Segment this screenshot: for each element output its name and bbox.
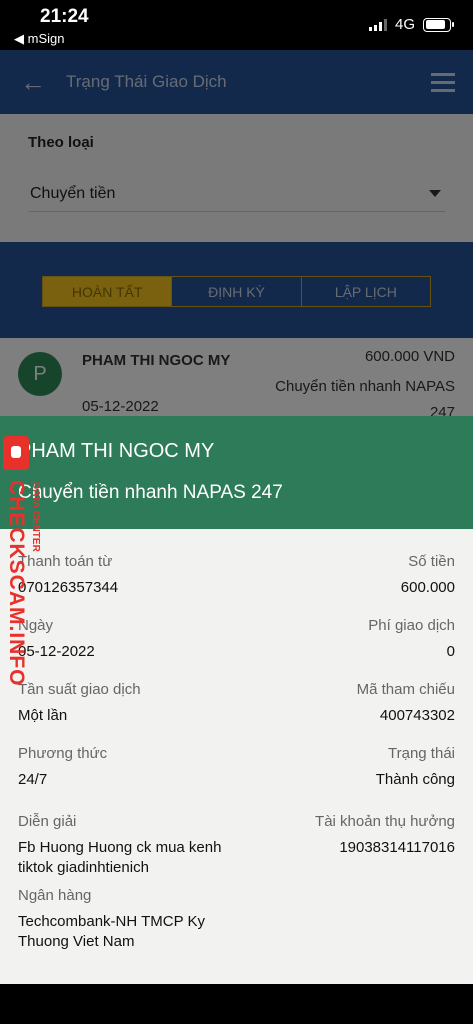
detail-body: Thanh toán từ 070126357344 Số tiền 600.0… <box>0 529 473 984</box>
field-value: 19038314117016 <box>339 839 455 856</box>
field-value: Một lần <box>18 707 68 724</box>
field-bank: Ngân hàng Techcombank-NH TMCP Ky Thuong … <box>18 887 238 952</box>
field-value: 400743302 <box>379 707 455 724</box>
battery-icon <box>423 17 454 32</box>
signal-icon <box>368 18 387 31</box>
status-bar: 21:24 ◀ mSign 4G <box>0 0 473 50</box>
back-to-app-link[interactable]: ◀ mSign <box>14 31 64 47</box>
field-reference: Mã tham chiếu 400743302 <box>357 681 455 726</box>
field-value: Fb Huong Huong ck mua kenh tiktok giadin… <box>18 839 222 876</box>
field-label: Trạng thái <box>388 745 455 762</box>
field-description: Diễn giải Fb Huong Huong ck mua kenh tik… <box>18 813 238 878</box>
field-beneficiary-account: Tài khoản thụ hưởng 19038314117016 <box>315 813 455 858</box>
field-label: Tài khoản thụ hưởng <box>315 813 455 830</box>
modal-overlay[interactable] <box>0 50 473 416</box>
transaction-detail-sheet: PHAM THI NGOC MY Chuyển tiền nhanh NAPAS… <box>0 416 473 984</box>
field-value: Thành công <box>375 771 455 788</box>
recipient-name: PHAM THI NGOC MY <box>18 440 215 462</box>
field-method: Phương thức 24/7 <box>18 745 107 790</box>
field-fee: Phí giao dịch 0 <box>368 617 455 662</box>
field-value: 600.000 <box>400 579 455 596</box>
field-amount: Số tiền 600.000 <box>401 553 455 598</box>
field-value: 0 <box>446 643 455 660</box>
checkscam-watermark: CHECKSCAM.INFO DATA CENTER <box>0 436 44 687</box>
field-label: Phương thức <box>18 745 108 762</box>
service-name: Chuyển tiền nhanh NAPAS 247 <box>18 482 283 503</box>
field-value: Techcombank-NH TMCP Ky Thuong Viet Nam <box>18 913 206 950</box>
bottom-bar <box>0 984 473 1024</box>
field-value: 24/7 <box>18 771 48 788</box>
status-indicators: 4G <box>368 16 454 33</box>
watermark-text: CHECKSCAM.INFO <box>5 480 28 687</box>
field-label: Phí giao dịch <box>368 617 455 634</box>
transaction-status-screen: ← Trạng Thái Giao Dịch Theo loại Chuyển … <box>0 50 473 416</box>
watermark-subtext: DATA CENTER <box>30 482 41 552</box>
field-label: Số tiền <box>408 553 455 570</box>
field-label: Mã tham chiếu <box>356 681 455 698</box>
lock-logo-icon <box>3 436 29 470</box>
detail-header: PHAM THI NGOC MY Chuyển tiền nhanh NAPAS… <box>0 416 473 529</box>
field-label: Ngân hàng <box>18 887 92 904</box>
field-frequency: Tần suất giao dịch Một lần <box>18 681 141 726</box>
status-time: 21:24 <box>40 6 89 27</box>
network-type: 4G <box>394 16 415 33</box>
field-label: Tần suất giao dịch <box>18 681 141 698</box>
field-label: Diễn giải <box>18 813 77 830</box>
battery-level <box>425 20 446 29</box>
field-status: Trạng thái Thành công <box>376 745 455 790</box>
